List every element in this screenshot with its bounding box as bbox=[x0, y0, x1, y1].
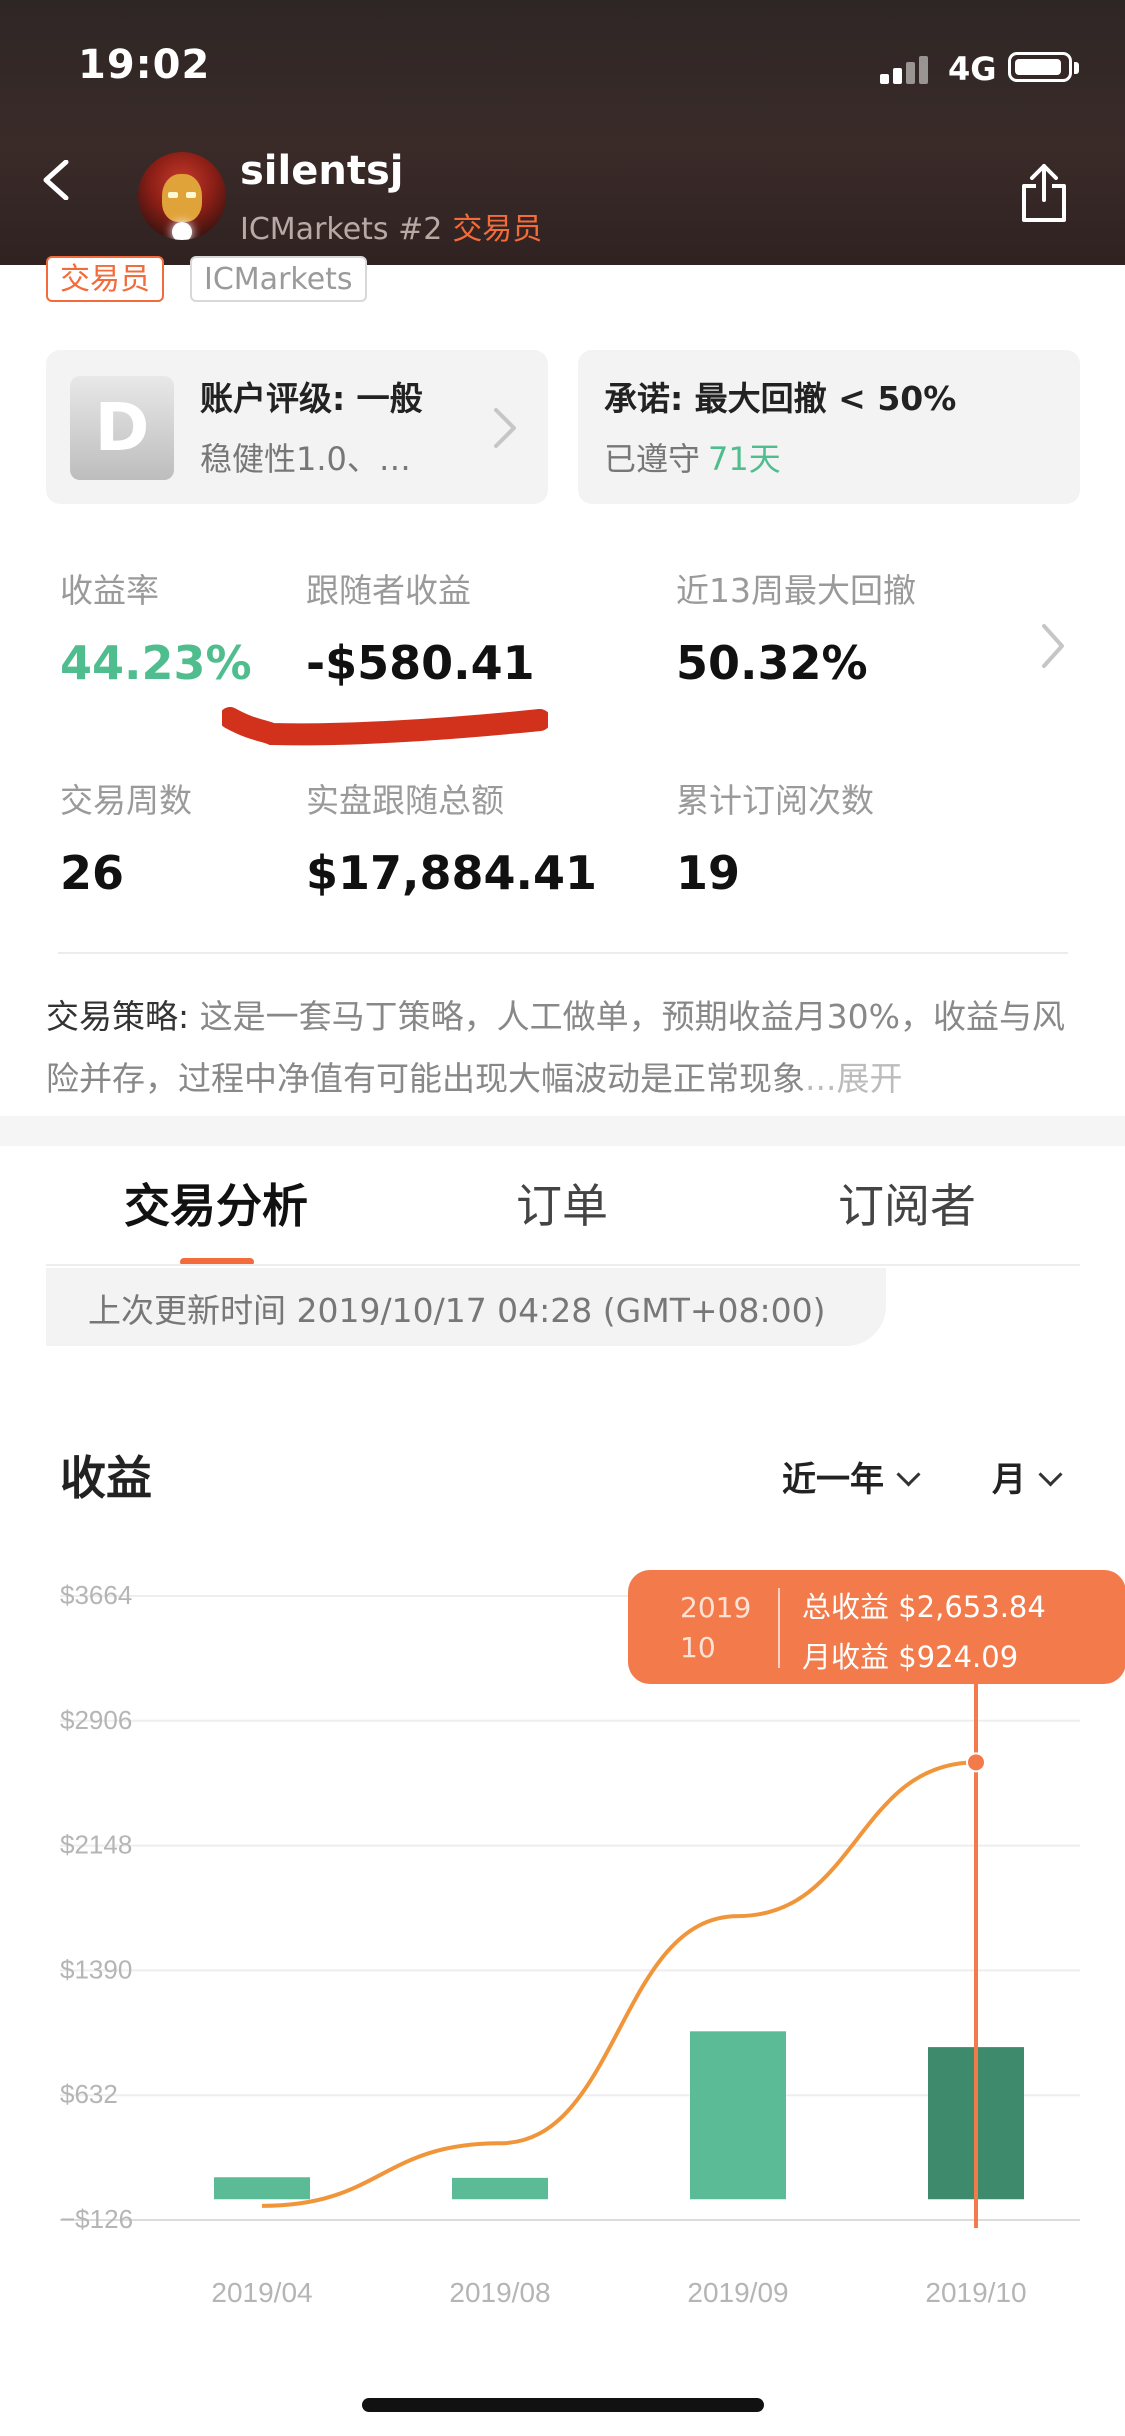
tooltip-year: 2019 bbox=[680, 1591, 752, 1624]
chevron-left-icon[interactable] bbox=[38, 160, 78, 200]
battery-nub bbox=[1074, 62, 1079, 74]
stat-follow-total-label: 实盘跟随总额 bbox=[306, 781, 504, 820]
y-tick-label: $3664 bbox=[60, 1580, 132, 1610]
chart-bar bbox=[690, 2031, 786, 2200]
avatar[interactable] bbox=[138, 152, 226, 240]
tooltip-separator bbox=[778, 1588, 780, 1668]
chevron-right-icon[interactable] bbox=[1040, 622, 1066, 670]
period-select[interactable]: 月 bbox=[992, 1452, 1063, 1501]
y-tick-label: $2906 bbox=[60, 1705, 132, 1735]
tab-trade-analysis[interactable]: 交易分析 bbox=[124, 1170, 308, 1236]
tabs-divider bbox=[46, 1264, 1080, 1266]
x-tick-label: 2019/04 bbox=[211, 2277, 312, 2308]
strategy-label: 交易策略: bbox=[46, 997, 190, 1036]
broker-rank: ICMarkets #2 交易员 bbox=[240, 204, 542, 248]
tab-subscribers[interactable]: 订阅者 bbox=[838, 1170, 976, 1236]
battery-icon bbox=[1008, 52, 1072, 82]
stat-follower-profit-label: 跟随者收益 bbox=[306, 571, 471, 610]
share-icon[interactable] bbox=[1018, 162, 1070, 224]
divider bbox=[58, 952, 1068, 954]
chart-tooltip: 2019 10 总收益 $2,653.84 月收益 $924.09 bbox=[628, 1570, 1125, 1684]
stat-weeks-value: 26 bbox=[60, 846, 125, 900]
stat-return-value: 44.23% bbox=[60, 636, 252, 690]
tooltip-monthly: 月收益 $924.09 bbox=[802, 1640, 1019, 1674]
network-label: 4G bbox=[948, 50, 997, 88]
y-tick-label: $2148 bbox=[60, 1830, 132, 1860]
tooltip-month: 10 bbox=[680, 1631, 716, 1664]
y-tick-label: $632 bbox=[60, 2079, 118, 2109]
role-text: 交易员 bbox=[452, 212, 543, 247]
chevron-down-icon bbox=[896, 1462, 921, 1487]
strategy-text: 交易策略: 这是一套马丁策略，人工做单，预期收益月30%，收益与风险并存，过程中… bbox=[46, 986, 1086, 1110]
chevron-right-icon bbox=[494, 408, 516, 448]
stat-weeks-label: 交易周数 bbox=[60, 781, 192, 820]
expand-link[interactable]: ...展开 bbox=[805, 1059, 902, 1098]
profit-title: 收益 bbox=[60, 1451, 152, 1505]
stat-return-label: 收益率 bbox=[60, 571, 159, 610]
stat-follower-profit-value: -$580.41 bbox=[306, 636, 535, 690]
promise-days: 71天 bbox=[708, 440, 781, 478]
rating-card[interactable]: D 账户评级: 一般 稳健性1.0、… bbox=[46, 350, 548, 504]
selected-point bbox=[966, 1752, 986, 1773]
tag-trader: 交易员 bbox=[46, 256, 164, 302]
grade-badge: D bbox=[70, 376, 174, 480]
promise-subtitle: 已遵守 71天 bbox=[604, 434, 781, 480]
chart-bar bbox=[452, 2177, 548, 2200]
tooltip-total: 总收益 $2,653.84 bbox=[802, 1590, 1046, 1624]
chevron-down-icon bbox=[1038, 1462, 1063, 1487]
home-indicator bbox=[362, 2398, 764, 2412]
section-gap bbox=[0, 1116, 1125, 1146]
broker-rank-text: ICMarkets #2 bbox=[240, 212, 443, 247]
stat-drawdown-label: 近13周最大回撤 bbox=[676, 571, 916, 610]
range-select[interactable]: 近一年 bbox=[782, 1452, 921, 1501]
promise-card[interactable]: 承诺: 最大回撤 < 50% 已遵守 71天 bbox=[578, 350, 1080, 504]
red-underline-annotation bbox=[222, 707, 548, 746]
update-time: 上次更新时间 2019/10/17 04:28 (GMT+08:00) bbox=[88, 1291, 826, 1330]
promise-status: 已遵守 bbox=[604, 440, 701, 478]
rating-title: 账户评级: 一般 bbox=[200, 379, 423, 418]
username: silentsj bbox=[240, 148, 404, 194]
strategy-body: 这是一套马丁策略，人工做单，预期收益月30%，收益与风险并存，过程中净值有可能出… bbox=[46, 997, 1065, 1098]
tab-orders[interactable]: 订单 bbox=[516, 1170, 608, 1236]
range-select-label: 近一年 bbox=[782, 1460, 884, 1500]
y-tick-label: $1390 bbox=[60, 1954, 132, 1984]
rating-subtitle: 稳健性1.0、… bbox=[200, 440, 411, 478]
stat-drawdown-value: 50.32% bbox=[676, 636, 868, 690]
x-tick-label: 2019/10 bbox=[925, 2277, 1026, 2308]
promise-title: 承诺: 最大回撤 < 50% bbox=[604, 379, 957, 418]
period-select-label: 月 bbox=[992, 1460, 1026, 1500]
stat-subscriptions-label: 累计订阅次数 bbox=[676, 781, 874, 820]
stat-follow-total-value: $17,884.41 bbox=[306, 846, 598, 900]
tag-broker: ICMarkets bbox=[190, 256, 367, 302]
status-time: 19:02 bbox=[78, 42, 211, 88]
signal-icon bbox=[880, 54, 932, 84]
x-tick-label: 2019/09 bbox=[687, 2277, 788, 2308]
x-tick-label: 2019/08 bbox=[449, 2277, 550, 2308]
stat-subscriptions-value: 19 bbox=[676, 846, 741, 900]
y-tick-label: −$126 bbox=[60, 2204, 133, 2234]
header: 19:02 4G silentsj ICMarkets #2 交易员 bbox=[0, 0, 1125, 265]
tooltip-date: 2019 10 bbox=[680, 1588, 770, 1668]
chart-bar bbox=[214, 2177, 310, 2200]
cumulative-line bbox=[261, 1760, 977, 2208]
